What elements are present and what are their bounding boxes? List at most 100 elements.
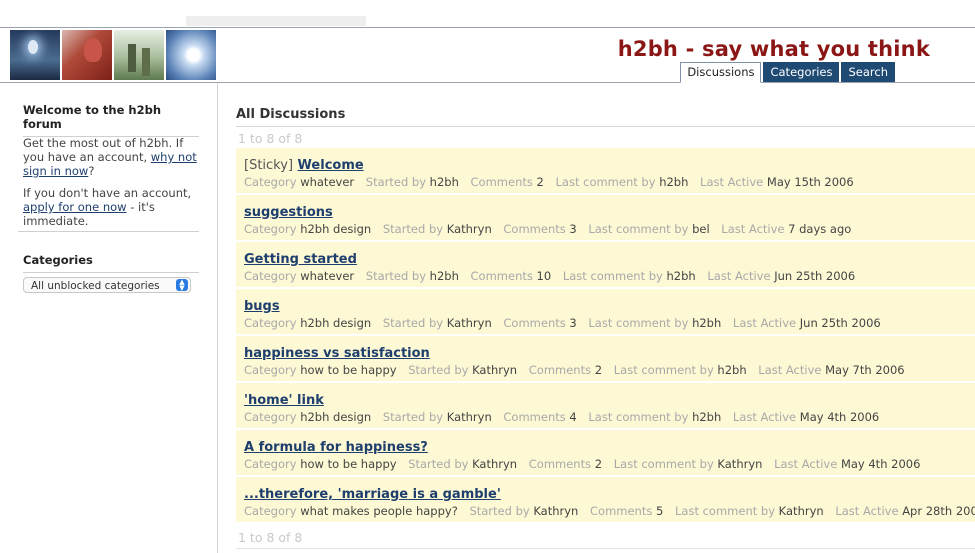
sidebar: Welcome to the h2bh forum Get the most o… <box>0 83 218 553</box>
last-commenter-value: Kathryn <box>717 457 763 471</box>
discussion-meta: Category how to be happy Started by Kath… <box>244 363 905 377</box>
welcome-text: Get the most out of h2bh. If you have an… <box>23 136 199 236</box>
category-value: h2bh design <box>300 316 372 330</box>
discussion-meta: Category h2bh design Started by Kathryn … <box>244 222 852 236</box>
last-active-value: Jun 25th 2006 <box>799 316 881 330</box>
last-active-value: May 4th 2006 <box>840 457 921 471</box>
author-value: Kathryn <box>446 222 492 236</box>
category-value: what makes people happy? <box>300 504 458 518</box>
discussion-link[interactable]: Welcome <box>298 158 364 173</box>
pager-top: 1 to 8 of 8 <box>238 131 303 146</box>
discussion-title: ...therefore, 'marriage is a gamble' <box>244 487 501 502</box>
discussion-row: [Sticky] Welcome Category whatever Start… <box>236 148 975 195</box>
author-value: h2bh <box>429 269 459 283</box>
welcome-heading: Welcome to the h2bh forum <box>23 103 199 137</box>
last-commenter-value: h2bh <box>659 175 689 189</box>
author-value: Kathryn <box>472 457 518 471</box>
author-value: Kathryn <box>533 504 579 518</box>
discussion-title: A formula for happiness? <box>244 440 428 455</box>
last-commenter-value: h2bh <box>717 363 747 377</box>
discussion-row: A formula for happiness? Category how to… <box>236 430 975 477</box>
comments-value: 5 <box>656 504 664 518</box>
discussion-row: Getting started Category whatever Starte… <box>236 242 975 289</box>
discussion-link[interactable]: A formula for happiness? <box>244 440 428 455</box>
author-value: Kathryn <box>446 410 492 424</box>
header-photos <box>10 30 216 80</box>
discussion-meta: Category h2bh design Started by Kathryn … <box>244 410 880 424</box>
comments-value: 2 <box>536 175 544 189</box>
apply-paragraph: If you don't have an account, apply for … <box>23 186 192 228</box>
discussion-title: 'home' link <box>244 393 324 408</box>
discussion-meta: Category what makes people happy? Starte… <box>244 504 975 518</box>
site-header: h2bh - say what you think Discussions Ca… <box>0 27 975 83</box>
header-photo-couple-umbrella <box>114 30 164 80</box>
last-commenter-value: Kathryn <box>778 504 824 518</box>
last-commenter-value: h2bh <box>692 410 722 424</box>
author-value: Kathryn <box>446 316 492 330</box>
author-value: Kathryn <box>472 363 518 377</box>
tab-discussions[interactable]: Discussions <box>680 62 762 83</box>
tab-search[interactable]: Search <box>841 62 895 82</box>
header-photo-sun <box>166 30 216 80</box>
discussion-link[interactable]: happiness vs satisfaction <box>244 346 430 361</box>
discussion-meta: Category h2bh design Started by Kathryn … <box>244 316 881 330</box>
discussion-row: happiness vs satisfaction Category how t… <box>236 336 975 383</box>
apply-link[interactable]: apply for one now <box>23 200 127 214</box>
last-active-value: May 7th 2006 <box>825 363 905 377</box>
faded-strip <box>186 16 366 26</box>
main-tabs: Discussions Categories Search <box>680 62 895 83</box>
last-active-value: Jun 25th 2006 <box>774 269 856 283</box>
last-active-value: May 15th 2006 <box>766 175 854 189</box>
sticky-label: [Sticky] <box>244 158 294 173</box>
select-arrows-icon: ▲ ▼ <box>176 279 188 292</box>
discussion-title: Getting started <box>244 252 357 267</box>
last-active-value: Apr 28th 2006 <box>902 504 975 518</box>
sidebar-divider <box>18 231 199 232</box>
category-value: whatever <box>300 269 355 283</box>
signin-paragraph: Get the most out of h2bh. If you have an… <box>23 136 197 178</box>
categories-heading: Categories <box>23 253 199 273</box>
discussion-link[interactable]: suggestions <box>244 205 333 220</box>
discussion-meta: Category how to be happy Started by Kath… <box>244 457 921 471</box>
discussion-row: suggestions Category h2bh design Started… <box>236 195 975 242</box>
category-value: how to be happy <box>300 363 397 377</box>
comments-value: 2 <box>594 363 603 377</box>
title-divider <box>236 126 975 127</box>
comments-value: 3 <box>569 222 577 236</box>
comments-value: 10 <box>536 269 552 283</box>
discussion-meta: Category whatever Started by h2bh Commen… <box>244 175 854 189</box>
discussion-title: bugs <box>244 299 280 314</box>
discussion-link[interactable]: ...therefore, 'marriage is a gamble' <box>244 487 501 502</box>
last-commenter-value: h2bh <box>666 269 696 283</box>
discussion-link[interactable]: 'home' link <box>244 393 324 408</box>
category-value: h2bh design <box>300 410 372 424</box>
pager-bottom: 1 to 8 of 8 <box>238 530 303 545</box>
discussion-list: [Sticky] Welcome Category whatever Start… <box>236 148 975 524</box>
page-title: All Discussions <box>236 107 346 122</box>
comments-value: 4 <box>569 410 577 424</box>
discussion-link[interactable]: bugs <box>244 299 280 314</box>
category-value: whatever <box>300 175 355 189</box>
discussion-title: suggestions <box>244 205 333 220</box>
last-active-value: 7 days ago <box>788 222 852 236</box>
discussion-link[interactable]: Getting started <box>244 252 357 267</box>
bottom-divider <box>236 548 975 549</box>
header-photo-night-lights <box>10 30 60 80</box>
discussion-title: happiness vs satisfaction <box>244 346 430 361</box>
discussion-row: bugs Category h2bh design Started by Kat… <box>236 289 975 336</box>
discussion-meta: Category whatever Started by h2bh Commen… <box>244 269 856 283</box>
discussion-title: [Sticky] Welcome <box>244 158 364 173</box>
top-blank-area <box>0 0 975 27</box>
category-select[interactable]: All unblocked categories ▲ ▼ <box>23 277 191 293</box>
site-title: h2bh - say what you think <box>617 37 930 61</box>
comments-value: 3 <box>569 316 577 330</box>
last-commenter-value: bel <box>692 222 710 236</box>
comments-value: 2 <box>594 457 603 471</box>
tab-categories[interactable]: Categories <box>763 62 840 82</box>
discussion-row: 'home' link Category h2bh design Started… <box>236 383 975 430</box>
header-photo-red <box>62 30 112 80</box>
last-active-value: May 4th 2006 <box>799 410 880 424</box>
category-value: how to be happy <box>300 457 397 471</box>
discussion-row: ...therefore, 'marriage is a gamble' Cat… <box>236 477 975 524</box>
author-value: h2bh <box>429 175 459 189</box>
